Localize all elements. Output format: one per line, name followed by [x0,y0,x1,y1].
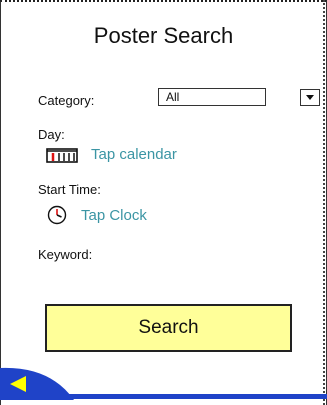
page-title: Poster Search [93,23,234,48]
day-label: Day: [38,127,65,142]
keyword-label: Keyword: [38,247,93,262]
scroll-edge [323,0,327,405]
clock-icon[interactable] [47,205,67,225]
category-select[interactable]: All [158,88,266,106]
search-button[interactable]: Search [45,304,292,352]
back-button[interactable] [0,366,76,400]
category-label: Category: [38,93,95,108]
calendar-icon[interactable] [46,146,78,164]
tap-calendar-link[interactable]: Tap calendar [91,146,177,163]
tap-clock-link[interactable]: Tap Clock [81,207,147,224]
start-time-label: Start Time: [38,182,101,197]
category-dropdown-button[interactable] [300,89,320,106]
